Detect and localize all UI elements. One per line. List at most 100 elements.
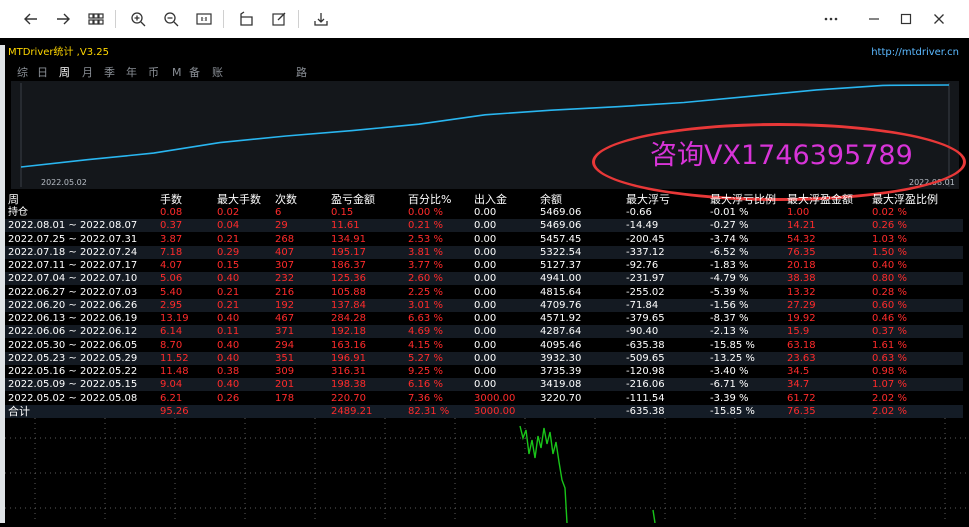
- table-row: 2022.05.09 ~ 2022.05.15 9.04 0.40 201 198.38…: [5, 378, 963, 392]
- price-line-2: [652, 509, 656, 524]
- back-arrow-icon[interactable]: [20, 8, 42, 30]
- watermark-text: 咨询VX1746395789: [650, 140, 913, 171]
- cell: 186.37: [331, 260, 366, 271]
- cell: -635.38: [626, 406, 665, 417]
- cell: -216.06: [626, 379, 665, 391]
- cell: 0.28 %: [872, 286, 907, 298]
- cell: -3.40 %: [710, 366, 749, 377]
- forward-arrow-icon[interactable]: [52, 8, 74, 30]
- cell: 2.95: [160, 299, 183, 311]
- cell: 2.25 %: [408, 286, 443, 298]
- cell: 1.50 %: [872, 246, 907, 258]
- cell: 2022.07.04 ~ 2022.07.10: [8, 273, 138, 285]
- cell: 268: [275, 233, 295, 245]
- cell: 0.37 %: [872, 326, 907, 338]
- price-line: [519, 425, 568, 524]
- total-row: 合计 95.26 2489.21 82.31 % 3000.00 -635.38 -15.8…: [5, 405, 963, 418]
- cell: -92.76: [626, 260, 659, 271]
- zoom-out-icon[interactable]: [160, 8, 182, 30]
- cell: 19.92: [787, 313, 816, 324]
- website-link[interactable]: http://mtdriver.cn: [871, 46, 959, 60]
- cell: 0.37: [160, 220, 183, 232]
- fit-icon[interactable]: [193, 8, 215, 30]
- cell: 2022.05.09 ~ 2022.05.15: [8, 379, 138, 391]
- cell: 14.21: [787, 220, 816, 232]
- cell: 0.02: [217, 207, 240, 218]
- edit-icon[interactable]: [268, 8, 290, 30]
- cell: 2022.05.16 ~ 2022.05.22: [8, 366, 138, 377]
- tab-7[interactable]: 币: [148, 65, 159, 81]
- cell: 0.26: [217, 392, 240, 404]
- tab-9[interactable]: 备: [189, 65, 200, 81]
- cell: 137.84: [331, 299, 366, 311]
- tab-8[interactable]: M: [172, 65, 182, 81]
- grid-icon[interactable]: [85, 8, 107, 30]
- tab-4[interactable]: 月: [82, 65, 93, 81]
- cell: 61.72: [787, 392, 816, 404]
- close-icon[interactable]: [928, 8, 950, 30]
- cell: 0.46 %: [872, 313, 907, 324]
- col-header-2: 手数: [160, 193, 182, 206]
- tab-6[interactable]: 年: [126, 65, 137, 81]
- cell: -1.56 %: [710, 299, 749, 311]
- cell: 95.26: [160, 406, 189, 417]
- maximize-icon[interactable]: [895, 8, 917, 30]
- cell: 0.00: [474, 220, 497, 232]
- more-icon[interactable]: [820, 8, 842, 30]
- table-row: 2022.05.16 ~ 2022.05.22 11.48 0.38 309 316.3…: [5, 365, 963, 378]
- rotate-icon[interactable]: [235, 8, 257, 30]
- cell: 192.18: [331, 326, 366, 338]
- cell: 合计: [8, 405, 30, 418]
- cell: 9.25 %: [408, 366, 443, 377]
- cell: 201: [275, 379, 295, 391]
- tab-1[interactable]: 综: [17, 65, 28, 81]
- table-row: 2022.05.02 ~ 2022.05.08 6.21 0.26 178 220.70…: [5, 392, 963, 405]
- cell: 11.52: [160, 352, 189, 364]
- cell: -3.74 %: [710, 233, 749, 245]
- cell: 0.08: [160, 207, 183, 218]
- cell: -111.54: [626, 392, 665, 404]
- cell: 0.60 %: [872, 299, 907, 311]
- cell: 0.21 %: [408, 220, 443, 232]
- cell: -90.40: [626, 326, 659, 338]
- cell: 7.18: [160, 246, 183, 258]
- cell: 15.9: [787, 326, 810, 338]
- cell: 2022.06.06 ~ 2022.06.12: [8, 326, 138, 338]
- table-row: 2022.07.18 ~ 2022.07.24 7.18 0.29 407 195.17…: [5, 245, 963, 259]
- cell: 76.35: [787, 406, 816, 417]
- tab-5[interactable]: 季: [104, 65, 115, 81]
- cell: 4.15 %: [408, 339, 443, 351]
- cell: -3.39 %: [710, 392, 749, 404]
- panel-title: MTDriver统计 ,V3.25: [8, 47, 109, 58]
- cell: -509.65: [626, 352, 665, 364]
- cell: 4095.46: [540, 339, 582, 351]
- cell: -5.39 %: [710, 286, 749, 298]
- cell: -4.79 %: [710, 273, 749, 285]
- minimize-icon[interactable]: [863, 8, 885, 30]
- cell: -200.45: [626, 233, 665, 245]
- cell: 5.40: [160, 286, 183, 298]
- col-header-4: 次数: [275, 193, 297, 206]
- cell: -2.13 %: [710, 326, 749, 338]
- tab-3[interactable]: 周: [59, 65, 70, 81]
- save-icon[interactable]: [310, 8, 332, 30]
- cell: 持仓: [8, 207, 28, 218]
- col-header-8: 余额: [540, 193, 562, 206]
- cell: 2022.05.02 ~ 2022.05.08: [8, 392, 138, 404]
- cell: 0.40: [217, 273, 240, 285]
- cell: 371: [275, 326, 295, 338]
- cell: 54.32: [787, 233, 816, 245]
- cell: 4941.00: [540, 273, 582, 285]
- zoom-in-icon[interactable]: [127, 8, 149, 30]
- cell: 351: [275, 352, 295, 364]
- cell: 9.04: [160, 379, 183, 391]
- cell: 2022.05.23 ~ 2022.05.29: [8, 352, 138, 364]
- cell: -231.97: [626, 273, 665, 285]
- table-row: 2022.07.11 ~ 2022.07.17 4.07 0.15 307 186.37…: [5, 259, 963, 272]
- cell: 0.04: [217, 220, 240, 232]
- cell: 220.70: [331, 392, 366, 404]
- cell: 198.38: [331, 379, 366, 391]
- cell: 5469.06: [540, 220, 582, 232]
- tab-2[interactable]: 日: [37, 65, 48, 81]
- col-header-6: 百分比%: [408, 193, 452, 206]
